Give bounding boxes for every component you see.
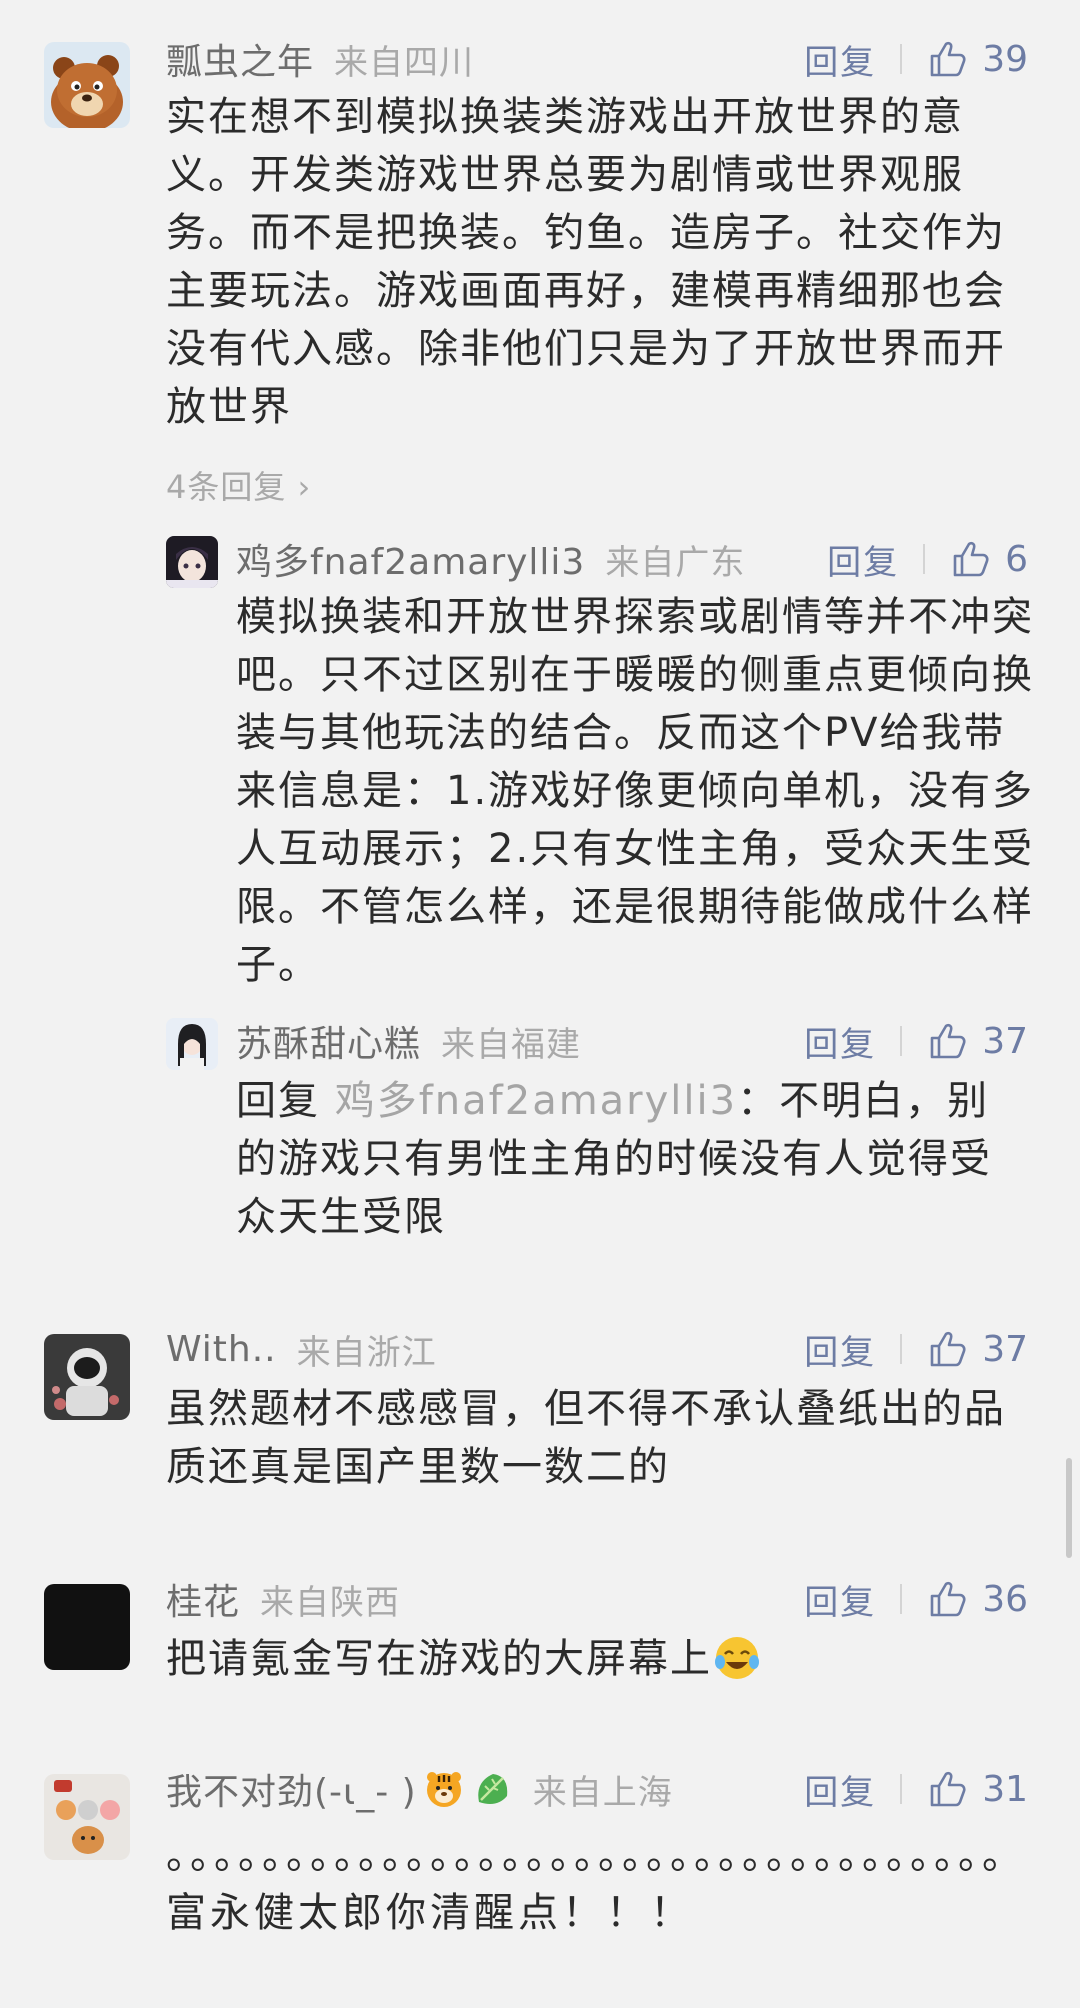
like-button[interactable]: 37 — [928, 1329, 1028, 1370]
username[interactable]: 鸡多fnaf2amarylli3 — [236, 533, 585, 585]
like-count: 6 — [1005, 538, 1028, 580]
reply-button[interactable]: 回复 — [804, 1017, 876, 1066]
anime-character-icon — [166, 536, 218, 588]
girl-avatar[interactable] — [166, 1018, 218, 1070]
astronaut-icon — [44, 1334, 130, 1420]
like-button[interactable]: 39 — [928, 39, 1028, 80]
comment-text: 。。。。。。。。。。。。。。。。。。。。。。。。。。。。。。。。。。。富永健太郎… — [166, 1832, 1026, 1936]
anime-avatar[interactable] — [166, 536, 218, 588]
astronaut-avatar[interactable] — [44, 1334, 130, 1420]
black-avatar[interactable] — [44, 1584, 130, 1670]
reply-header: 鸡多fnaf2amarylli3 来自广东 — [236, 534, 745, 584]
shiba-dogs-icon — [44, 1774, 130, 1860]
like-count: 39 — [982, 38, 1028, 80]
reply-to-username[interactable]: 鸡多fnaf2amarylli3 — [335, 1078, 737, 1124]
scrollbar[interactable] — [1066, 1458, 1072, 1558]
reply-actions: 回复 37 — [804, 1016, 1028, 1066]
like-count: 37 — [982, 1020, 1028, 1062]
comment-actions: 回复 31 — [804, 1764, 1028, 1814]
reply-button[interactable]: 回复 — [804, 1765, 876, 1814]
bear-cartoon-icon — [44, 42, 130, 128]
like-button[interactable]: 37 — [928, 1021, 1028, 1062]
comment-text: 虽然题材不感感冒，但不得不承认叠纸出的品质还真是国产里数一数二的 — [166, 1386, 1006, 1490]
reply-button[interactable]: 回复 — [804, 1325, 876, 1374]
location-label: 来自广东 — [605, 542, 746, 583]
tiger-emoji-icon — [426, 1772, 461, 1807]
bear-avatar[interactable] — [44, 42, 130, 128]
chevron-right-icon: › — [286, 468, 312, 506]
thumbs-up-icon — [930, 41, 966, 77]
thumbs-up-icon — [930, 1581, 966, 1617]
comment-actions: 回复 36 — [804, 1574, 1028, 1624]
comment-actions: 回复 37 — [804, 1324, 1028, 1374]
like-count: 36 — [982, 1578, 1028, 1620]
like-button[interactable]: 36 — [928, 1579, 1028, 1620]
like-count: 37 — [982, 1328, 1028, 1370]
thumbs-up-icon — [953, 541, 989, 577]
username[interactable]: 瓢虫之年 — [166, 33, 314, 85]
location-label: 来自浙江 — [296, 1332, 437, 1373]
divider — [900, 1774, 903, 1804]
username[interactable]: 我不对劲(-ι_- ) — [166, 1763, 417, 1815]
thumbs-up-icon — [930, 1771, 966, 1807]
comment-text: 把请氪金写在游戏的大屏幕上 — [166, 1630, 1006, 1688]
reply-header: 苏酥甜心糕 来自福建 — [236, 1016, 581, 1066]
reply-button[interactable]: 回复 — [804, 35, 876, 84]
reply-button[interactable]: 回复 — [827, 535, 899, 584]
girl-photo-icon — [166, 1018, 218, 1070]
divider — [923, 544, 926, 574]
more-replies-link[interactable]: 4条回复 › — [166, 462, 311, 508]
thumbs-up-icon — [930, 1331, 966, 1367]
comment-header: 瓢虫之年 来自四川 — [166, 34, 474, 84]
more-replies-label: 4条回复 — [166, 468, 287, 506]
location-label: 来自陕西 — [260, 1582, 401, 1623]
comment-header: 桂花 来自陕西 — [166, 1574, 400, 1624]
divider — [900, 1334, 903, 1364]
location-label: 来自福建 — [441, 1024, 582, 1065]
comment-text: 实在想不到模拟换装类游戏出开放世界的意义。开发类游戏世界总要为剧情或世界观服务。… — [166, 94, 1006, 430]
reply-text: 回复 鸡多fnaf2amarylli3：不明白，别的游戏只有男性主角的时候没有人… — [236, 1072, 1026, 1246]
divider — [900, 1584, 903, 1614]
like-button[interactable]: 6 — [951, 539, 1028, 580]
reply-button[interactable]: 回复 — [804, 1575, 876, 1624]
username[interactable]: With.. — [166, 1329, 277, 1370]
reply-text: 模拟换装和开放世界探索或剧情等并不冲突吧。只不过区别在于暖暖的侧重点更倾向换装与… — [236, 594, 1035, 988]
comment-actions: 回复 39 — [804, 34, 1028, 84]
crying-laughing-emoji-icon — [715, 1637, 759, 1679]
like-count: 31 — [982, 1768, 1028, 1810]
divider — [900, 44, 903, 74]
reply-actions: 回复 6 — [827, 534, 1028, 584]
lettuce-emoji-icon — [477, 1774, 507, 1804]
username[interactable]: 苏酥甜心糕 — [236, 1015, 421, 1067]
thumbs-up-icon — [930, 1023, 966, 1059]
location-label: 来自四川 — [334, 42, 475, 83]
like-button[interactable]: 31 — [928, 1769, 1028, 1810]
comment-header: With.. 来自浙江 — [166, 1324, 437, 1374]
divider — [900, 1026, 903, 1056]
comment-body: 把请氪金写在游戏的大屏幕上 — [166, 1636, 712, 1682]
shiba-avatar[interactable] — [44, 1774, 130, 1860]
location-label: 来自上海 — [532, 1772, 673, 1813]
reply-prefix: 回复 — [236, 1078, 335, 1124]
username[interactable]: 桂花 — [166, 1573, 240, 1625]
comment-header: 我不对劲(-ι_- ) 来自上海 — [166, 1764, 673, 1814]
